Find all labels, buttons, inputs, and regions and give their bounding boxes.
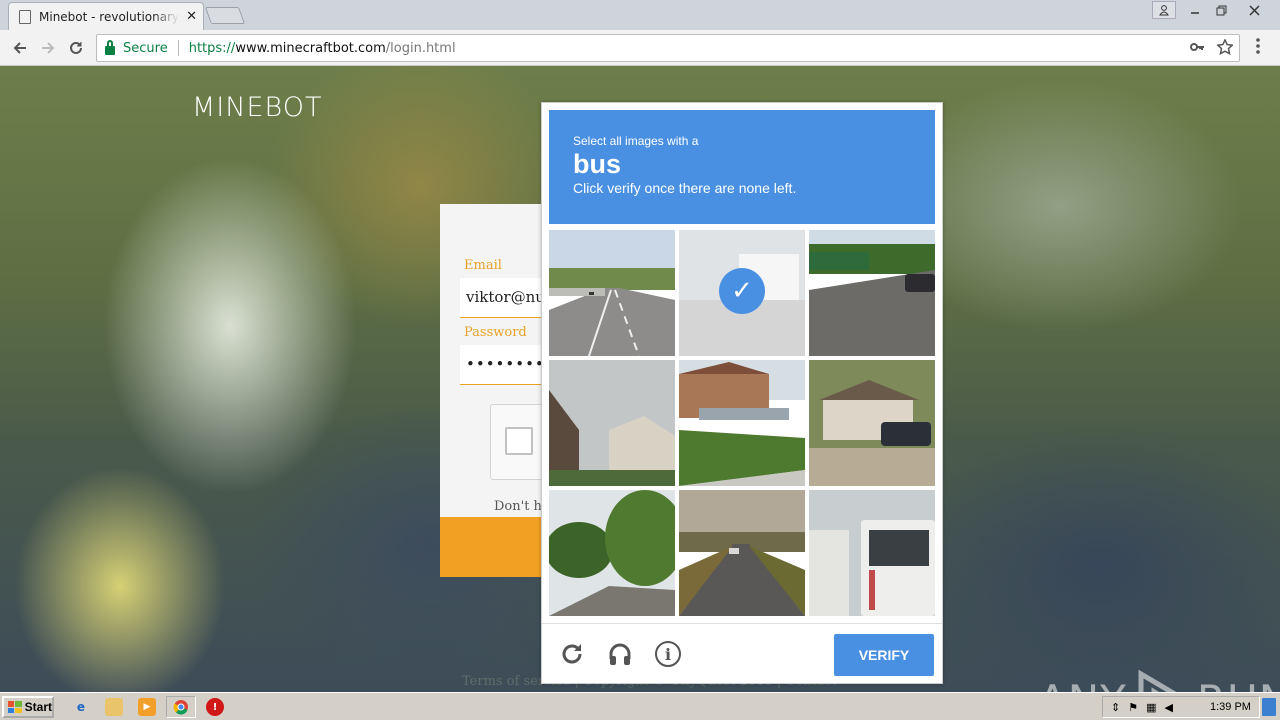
url-scheme: https:// (188, 40, 236, 56)
building-image (679, 360, 805, 486)
browser-titlebar: Minebot - revolutionary minecraft bot ✕ (0, 0, 1280, 30)
check-icon: ✓ (719, 268, 765, 314)
start-button[interactable]: Start (2, 696, 54, 718)
challenge-target: bus (573, 149, 622, 179)
bus-image (809, 490, 935, 616)
challenge-header: Select all images with a bus Click verif… (549, 110, 935, 224)
opera-icon[interactable]: ! (206, 698, 224, 716)
tile-street-car[interactable] (809, 230, 935, 356)
tile-house-driveway[interactable] (809, 360, 935, 486)
windows-logo-icon (8, 701, 22, 713)
play-logo-icon (1138, 670, 1177, 692)
tile-houses[interactable] (549, 360, 675, 486)
street-image (809, 230, 935, 356)
info-icon[interactable]: i (654, 640, 682, 668)
tile-bus[interactable] (809, 490, 935, 616)
tile-trees-road[interactable] (549, 490, 675, 616)
clock[interactable]: 1:39 PM (1210, 701, 1251, 713)
key-icon[interactable] (1189, 39, 1205, 59)
headphones-icon[interactable] (606, 640, 634, 668)
internet-explorer-icon[interactable]: e (72, 698, 90, 716)
watermark-left: ANY (1038, 676, 1127, 693)
windows-taskbar: Start e ▶ ! ⇕ ⚑ ▦ ◀ 1:39 PM (0, 692, 1280, 720)
address-bar[interactable]: Secure https:// www.minecraftbot.com /lo… (96, 34, 1240, 62)
network-icon[interactable]: ▦ (1146, 701, 1156, 714)
houses-image (549, 360, 675, 486)
url-host: www.minecraftbot.com (235, 40, 386, 56)
tab-minebot[interactable]: Minebot - revolutionary minecraft bot ✕ (8, 2, 204, 30)
recaptcha-challenge: Select all images with a bus Click verif… (541, 102, 943, 684)
lock-icon (105, 39, 115, 55)
tab-title: Minebot - revolutionary minecraft bot (39, 9, 180, 24)
forward-arrow-icon[interactable] (36, 36, 60, 60)
reload-challenge-icon[interactable] (558, 640, 586, 668)
browser-toolbar: Secure https:// www.minecraftbot.com /lo… (0, 30, 1280, 66)
anyrun-watermark: ANY RUN (1038, 670, 1280, 692)
volume-icon[interactable]: ◀ (1165, 701, 1173, 714)
chrome-taskbar-button[interactable] (166, 696, 196, 718)
start-label: Start (24, 700, 52, 714)
close-tab-icon[interactable]: ✕ (186, 9, 197, 24)
reload-icon[interactable] (64, 36, 88, 60)
expand-tray-icon[interactable]: ⇕ (1111, 701, 1120, 714)
flag-icon[interactable]: ⚑ (1128, 701, 1138, 714)
verify-button[interactable]: VERIFY (834, 634, 934, 676)
trees-image (549, 490, 675, 616)
new-tab-button[interactable] (204, 7, 246, 24)
tile-truck[interactable]: ✓ (679, 230, 805, 356)
profile-icon[interactable] (1152, 1, 1176, 19)
password-label: Password (464, 325, 527, 340)
show-desktop-icon[interactable] (1262, 698, 1276, 716)
watermark-right: RUN (1197, 676, 1280, 693)
url-path: /login.html (385, 40, 456, 56)
page-icon (19, 9, 31, 24)
image-grid: ✓ (549, 230, 937, 618)
restore-icon[interactable] (1208, 0, 1234, 20)
menu-icon[interactable] (1250, 38, 1266, 60)
media-player-icon[interactable]: ▶ (138, 698, 156, 716)
road-image (679, 490, 805, 616)
info-circle: i (655, 641, 681, 667)
highway-image (549, 230, 675, 356)
recaptcha-checkbox[interactable] (505, 427, 533, 455)
tile-rural-road[interactable] (679, 490, 805, 616)
window-close-icon[interactable] (1234, 0, 1274, 20)
challenge-instruction: Select all images with a (573, 134, 699, 148)
challenge-hint: Click verify once there are none left. (573, 180, 797, 196)
house-image (809, 360, 935, 486)
tile-highway[interactable] (549, 230, 675, 356)
tile-building-parking[interactable] (679, 360, 805, 486)
brand-logo[interactable]: MINEBOT (192, 92, 322, 123)
divider (177, 40, 179, 56)
secure-label: Secure (123, 40, 168, 56)
bookmark-star-icon[interactable] (1216, 38, 1234, 59)
folder-icon[interactable] (105, 698, 123, 716)
minimize-icon[interactable] (1182, 0, 1208, 20)
challenge-footer: i VERIFY (542, 623, 942, 683)
chrome-icon (173, 700, 188, 715)
back-arrow-icon[interactable] (8, 36, 32, 60)
email-label: Email (464, 258, 502, 273)
